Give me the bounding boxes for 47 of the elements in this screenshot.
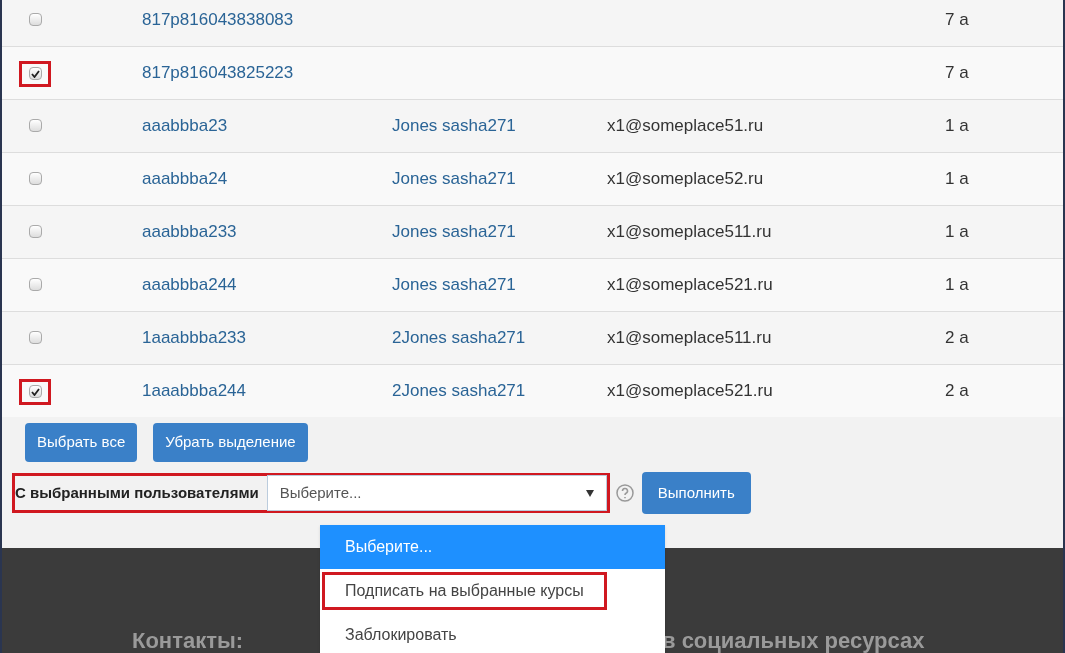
dropdown-option[interactable]: Подписать на выбранные курсы bbox=[322, 572, 607, 610]
select-value: Выберите... bbox=[279, 482, 362, 503]
email-cell: x1@someplace52.ru bbox=[607, 169, 764, 189]
table-cell: 1 a bbox=[945, 116, 969, 136]
bulk-action-label: С выбранными пользователями bbox=[15, 482, 260, 503]
help-icon[interactable] bbox=[615, 484, 634, 502]
table-cell: 1 a bbox=[945, 222, 969, 242]
name-link[interactable]: 2Jones sasha271 bbox=[392, 381, 526, 401]
table-cell: 1 a bbox=[945, 275, 969, 295]
execute-button[interactable]: Выполнить bbox=[641, 472, 751, 514]
dropdown-option[interactable]: Заблокировать bbox=[322, 616, 480, 653]
row-checkbox[interactable] bbox=[28, 225, 42, 238]
name-link[interactable]: Jones sasha271 bbox=[392, 169, 516, 189]
name-link[interactable]: Jones sasha271 bbox=[392, 275, 516, 295]
footer-heading: Контакты: bbox=[132, 627, 244, 653]
caret-icon bbox=[585, 489, 594, 497]
name-link[interactable]: Jones sasha271 bbox=[392, 222, 516, 242]
row-checkbox[interactable] bbox=[28, 13, 42, 26]
username-link[interactable]: 817p816043838083 bbox=[142, 10, 294, 30]
username-link[interactable]: aaabbba233 bbox=[142, 222, 237, 242]
deselect-button[interactable]: Убрать выделение bbox=[153, 423, 308, 462]
table-cell: 7 a bbox=[945, 63, 969, 83]
username-link[interactable]: aaabbba23 bbox=[142, 116, 228, 136]
row-checkbox[interactable] bbox=[28, 172, 42, 185]
username-link[interactable]: aaabbba244 bbox=[142, 275, 237, 295]
email-cell: x1@someplace511.ru bbox=[607, 222, 772, 242]
action-select[interactable]: Выберите... bbox=[266, 475, 607, 511]
row-checkbox[interactable] bbox=[28, 331, 42, 344]
name-link[interactable]: Jones sasha271 bbox=[392, 116, 516, 136]
row-checkbox[interactable] bbox=[28, 385, 42, 398]
username-link[interactable]: 817p816043825223 bbox=[142, 63, 294, 83]
table-cell: 1 a bbox=[945, 169, 969, 189]
username-link[interactable]: aaabbba24 bbox=[142, 169, 228, 189]
email-cell: x1@someplace521.ru bbox=[607, 275, 773, 295]
table-cell: 2 a bbox=[945, 328, 969, 348]
table-cell: 2 a bbox=[945, 381, 969, 401]
table-cell: 7 a bbox=[945, 10, 969, 30]
email-cell: x1@someplace521.ru bbox=[607, 381, 773, 401]
row-checkbox[interactable] bbox=[28, 278, 42, 291]
email-cell: x1@someplace51.ru bbox=[607, 116, 764, 136]
select-all-button[interactable]: Выбрать все bbox=[25, 423, 138, 462]
email-cell: x1@someplace511.ru bbox=[607, 328, 772, 348]
row-checkbox[interactable] bbox=[28, 67, 42, 80]
username-link[interactable]: 1aaabbba244 bbox=[142, 381, 246, 401]
username-link[interactable]: 1aaabbba233 bbox=[142, 328, 246, 348]
name-link[interactable]: 2Jones sasha271 bbox=[392, 328, 526, 348]
row-checkbox[interactable] bbox=[28, 119, 42, 132]
